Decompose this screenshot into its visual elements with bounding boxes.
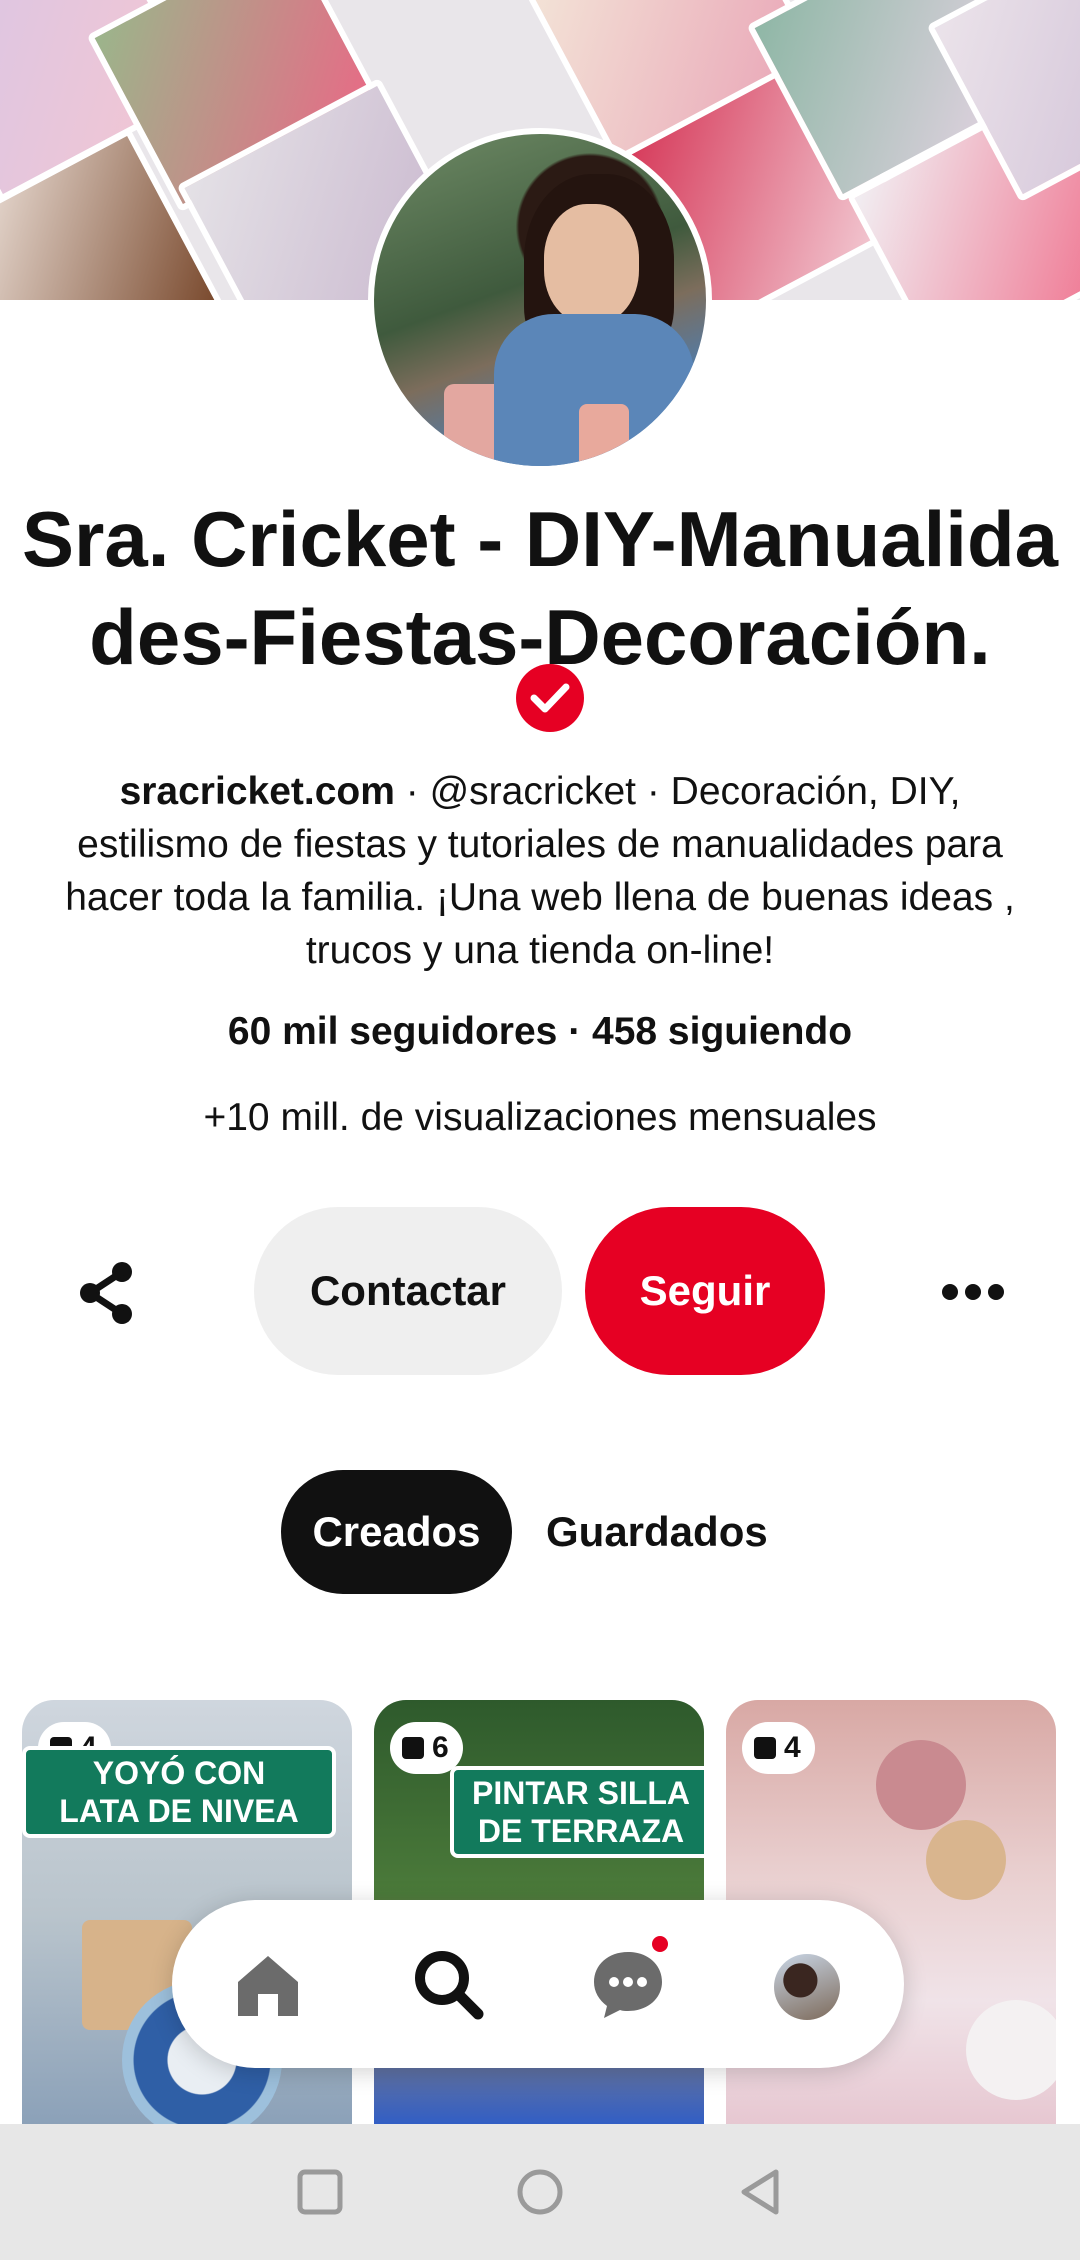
home-icon[interactable] (228, 1944, 308, 2024)
monthly-views: +10 mill. de visualizaciones mensuales (203, 1096, 877, 1139)
pin-count-badge: 6 (390, 1722, 463, 1774)
avatar-photo-detail (579, 404, 629, 466)
back-icon[interactable] (734, 2166, 786, 2218)
messages-icon[interactable] (588, 1944, 668, 2024)
share-icon[interactable] (72, 1258, 142, 1328)
pin-text-line: YOYÓ CON (92, 1755, 266, 1791)
home-circle-icon[interactable] (514, 2166, 566, 2218)
avatar-photo-detail (544, 204, 639, 324)
system-navigation-bar (0, 2124, 1080, 2260)
pin-count-badge: 4 (742, 1722, 815, 1774)
tab-saved[interactable]: Guardados (546, 1470, 768, 1594)
follow-stats[interactable]: 60 mil seguidores · 458 siguiendo (0, 1010, 1080, 1054)
pin-text-line: LATA DE NIVEA (59, 1793, 299, 1829)
follow-button[interactable]: Seguir (585, 1207, 825, 1375)
pin-count: 6 (432, 1731, 449, 1764)
website-link[interactable]: sracricket.com (120, 770, 395, 813)
pages-icon (754, 1737, 776, 1759)
pin-photo-detail (876, 1740, 966, 1830)
profile-avatar-large[interactable] (368, 128, 712, 472)
pin-text-line: DE TERRAZA (477, 1813, 685, 1849)
pin-photo-detail (966, 2000, 1056, 2100)
profile-avatar-small[interactable] (774, 1954, 840, 2020)
contact-button[interactable]: Contactar (254, 1207, 562, 1375)
tab-created[interactable]: Creados (281, 1470, 512, 1594)
recent-apps-icon[interactable] (294, 2166, 346, 2218)
more-options-icon[interactable] (938, 1262, 1008, 1322)
verified-icon (516, 664, 584, 732)
search-icon[interactable] (408, 1944, 488, 2024)
pin-overlay-text: PINTAR SILLA DE TERRAZA (450, 1766, 704, 1858)
pin-count: 4 (784, 1731, 801, 1764)
bottom-navigation (172, 1900, 904, 2068)
pin-text-line: PINTAR SILLA (471, 1775, 691, 1811)
pin-overlay-text: YOYÓ CON LATA DE NIVEA (22, 1746, 336, 1838)
notification-dot (652, 1936, 668, 1952)
pages-icon (402, 1737, 424, 1759)
profile-bio: sracricket.com · @sracricket · Decoració… (40, 765, 1040, 977)
pin-photo-detail (926, 1820, 1006, 1900)
profile-name: Sra. Cricket - DIY-Manualidades-Fiestas-… (22, 495, 1058, 681)
